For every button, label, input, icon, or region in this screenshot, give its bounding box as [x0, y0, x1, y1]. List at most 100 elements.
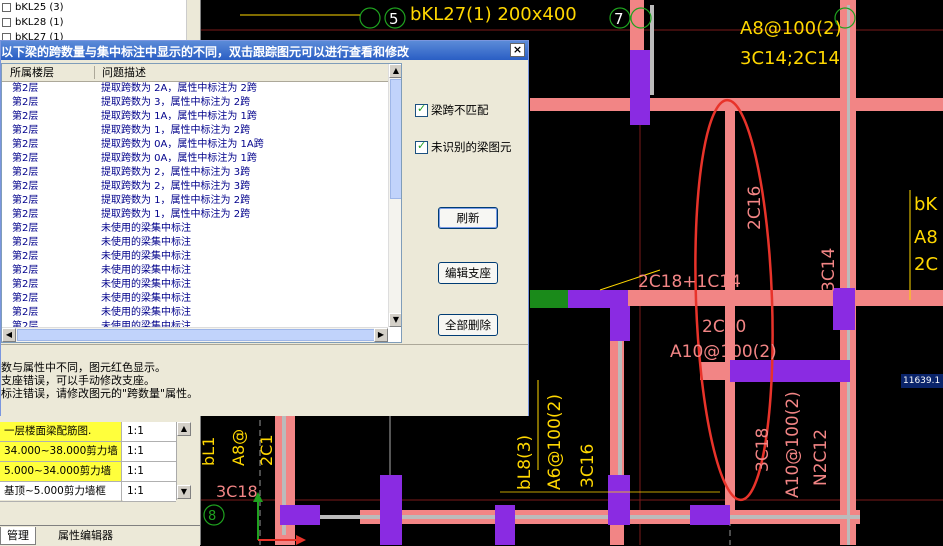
floor-table[interactable]: 一层楼面梁配筋图. 1:1 34.000~38.000剪力墙 1:1 5.000~3…	[0, 422, 176, 502]
beam-label: A8@100(2)	[740, 18, 842, 39]
beam-label: 2C	[914, 254, 938, 275]
list-header: 所属楼层 问题描述	[2, 64, 388, 82]
dialog-titlebar[interactable]: 以下梁的跨数量与集中标注中显示的不同，双击跟踪图元可以进行查看和修改 ×	[1, 41, 528, 60]
list-item-description: 提取跨数为 1，属性中标注为 2跨	[101, 209, 251, 220]
checkbox-checked-icon[interactable]	[415, 139, 428, 154]
list-item-floor: 第2层	[12, 293, 39, 304]
list-vertical-scrollbar[interactable]: ▲ ▼	[388, 64, 401, 327]
list-item[interactable]: 第2层 提取跨数为 1A，属性中标注为 1跨	[2, 110, 388, 124]
beam-label: A10@100(2)	[783, 391, 803, 498]
info-panel: 数与属性中不同，图元红色显示。 支座错误，可以手动修改支座。 标注错误，请修改图…	[1, 344, 528, 416]
list-item-description: 未使用的梁集中标注	[101, 265, 191, 276]
span-check-dialog: 以下梁的跨数量与集中标注中显示的不同，双击跟踪图元可以进行查看和修改 × 所属楼…	[0, 40, 529, 416]
close-button[interactable]: ×	[510, 43, 525, 57]
tree-node-icon	[2, 17, 11, 27]
floor-table-scrollbar[interactable]: ▲ ▼	[176, 422, 191, 500]
beam-label: 3C14;2C14	[740, 48, 840, 69]
table-row[interactable]: 一层楼面梁配筋图. 1:1	[0, 422, 176, 442]
list-item-floor: 第2层	[12, 223, 39, 234]
list-item[interactable]: 第2层 提取跨数为 2，属性中标注为 3跨	[2, 166, 388, 180]
column-header-floor[interactable]: 所属楼层	[10, 64, 54, 81]
list-item[interactable]: 第2层 未使用的梁集中标注	[2, 306, 388, 320]
beam-label: 3C18	[753, 428, 773, 472]
list-item[interactable]: 第2层 未使用的梁集中标注	[2, 236, 388, 250]
list-item-floor: 第2层	[12, 111, 39, 122]
list-item-floor: 第2层	[12, 139, 39, 150]
list-item[interactable]: 第2层 提取跨数为 2，属性中标注为 3跨	[2, 180, 388, 194]
list-item[interactable]: 第2层 未使用的梁集中标注	[2, 320, 388, 327]
column-divider[interactable]	[94, 66, 95, 79]
scroll-up-icon[interactable]: ▲	[389, 64, 401, 78]
scroll-up-icon[interactable]: ▲	[177, 422, 191, 436]
unrecognized-beam-checkbox[interactable]: 未识别的梁图元	[415, 139, 512, 155]
scroll-down-icon[interactable]: ▼	[177, 485, 191, 499]
floor-ratio: 1:1	[123, 462, 176, 481]
list-item-floor: 第2层	[12, 307, 39, 318]
list-item-floor: 第2层	[12, 181, 39, 192]
list-item[interactable]: 第2层 提取跨数为 0A，属性中标注为 1跨	[2, 152, 388, 166]
list-item-description: 提取跨数为 0A，属性中标注为 1跨	[101, 153, 257, 164]
list-item[interactable]: 第2层 提取跨数为 3，属性中标注为 2跨	[2, 96, 388, 110]
list-item[interactable]: 第2层 提取跨数为 1，属性中标注为 2跨	[2, 194, 388, 208]
list-item[interactable]: 第2层 提取跨数为 1，属性中标注为 2跨	[2, 208, 388, 222]
checkbox-checked-icon[interactable]	[415, 102, 428, 117]
scroll-left-icon[interactable]: ◀	[2, 328, 16, 342]
list-item[interactable]: 第2层 未使用的梁集中标注	[2, 264, 388, 278]
list-item[interactable]: 第2层 提取跨数为 0A，属性中标注为 1A跨	[2, 138, 388, 152]
list-item-description: 未使用的梁集中标注	[101, 279, 191, 290]
axis-label: 8	[208, 509, 216, 524]
floor-name: 5.000~34.000剪力墙	[0, 462, 122, 481]
list-item[interactable]: 第2层 未使用的梁集中标注	[2, 292, 388, 306]
table-row[interactable]: 基顶~5.000剪力墙框 1:1	[0, 482, 176, 502]
edit-support-button[interactable]: 编辑支座	[438, 262, 498, 284]
tree-item[interactable]: bKL28 (1)	[0, 15, 186, 30]
table-row[interactable]: 34.000~38.000剪力墙 1:1	[0, 442, 176, 462]
beam-label: 3C18	[216, 482, 258, 501]
list-item[interactable]: 第2层 未使用的梁集中标注	[2, 222, 388, 236]
span-mismatch-checkbox[interactable]: 梁跨不匹配	[415, 102, 489, 118]
table-row[interactable]: 5.000~34.000剪力墙 1:1	[0, 462, 176, 482]
list-item-floor: 第2层	[12, 125, 39, 136]
list-item[interactable]: 第2层 提取跨数为 2A，属性中标注为 2跨	[2, 82, 388, 96]
problem-list[interactable]: 所属楼层 问题描述 第2层 提取跨数为 2A，属性中标注为 2跨 第2层 提取跨数为 …	[1, 63, 402, 343]
coordinate-readout: 11639.1	[901, 374, 943, 388]
element-tree[interactable]: bKL25 (3) bKL28 (1) bKL27 (1)	[0, 0, 186, 43]
checkbox-label: 未识别的梁图元	[431, 140, 512, 154]
list-item-floor: 第2层	[12, 209, 39, 220]
tree-scrollbar[interactable]	[186, 0, 200, 42]
beam-label: 3C14	[819, 248, 839, 292]
floor-name: 34.000~38.000剪力墙	[0, 442, 122, 461]
scroll-thumb[interactable]	[390, 79, 401, 199]
beam-label: A8@	[229, 429, 248, 466]
list-item[interactable]: 第2层 未使用的梁集中标注	[2, 250, 388, 264]
floor-ratio: 1:1	[123, 442, 176, 461]
list-item-floor: 第2层	[12, 97, 39, 108]
list-item-description: 未使用的梁集中标注	[101, 293, 191, 304]
beam-label: 2C16	[745, 186, 765, 230]
scroll-down-icon[interactable]: ▼	[389, 313, 401, 327]
list-item-description: 提取跨数为 2，属性中标注为 3跨	[101, 181, 251, 192]
beam-label: 2C18+1C14	[638, 272, 741, 292]
column-header-description[interactable]: 问题描述	[102, 64, 146, 81]
scroll-right-icon[interactable]: ▶	[374, 328, 388, 342]
list-item[interactable]: 第2层 提取跨数为 1，属性中标注为 2跨	[2, 124, 388, 138]
beam-label: 2C1	[257, 434, 276, 466]
scroll-thumb[interactable]	[17, 329, 377, 341]
list-item[interactable]: 第2层 未使用的梁集中标注	[2, 278, 388, 292]
list-body[interactable]: 第2层 提取跨数为 2A，属性中标注为 2跨 第2层 提取跨数为 3，属性中标注为 2…	[2, 82, 388, 327]
axis-label: 5	[389, 10, 399, 28]
list-item-description: 提取跨数为 2A，属性中标注为 2跨	[101, 83, 257, 94]
refresh-button[interactable]: 刷新	[438, 207, 498, 229]
list-horizontal-scrollbar[interactable]: ◀ ▶	[2, 327, 388, 342]
tree-item-label: bKL25 (3)	[15, 2, 64, 13]
tab-manage[interactable]: 管理	[0, 527, 36, 545]
list-item-description: 未使用的梁集中标注	[101, 307, 191, 318]
beam-label: N2C12	[811, 429, 831, 486]
list-item-floor: 第2层	[12, 167, 39, 178]
tree-item[interactable]: bKL25 (3)	[0, 0, 186, 15]
tab-property-editor[interactable]: 属性编辑器	[52, 527, 119, 544]
delete-all-button[interactable]: 全部删除	[438, 314, 498, 336]
beam-label: A8	[914, 227, 938, 248]
list-item-floor: 第2层	[12, 195, 39, 206]
list-item-description: 提取跨数为 1，属性中标注为 2跨	[101, 125, 251, 136]
